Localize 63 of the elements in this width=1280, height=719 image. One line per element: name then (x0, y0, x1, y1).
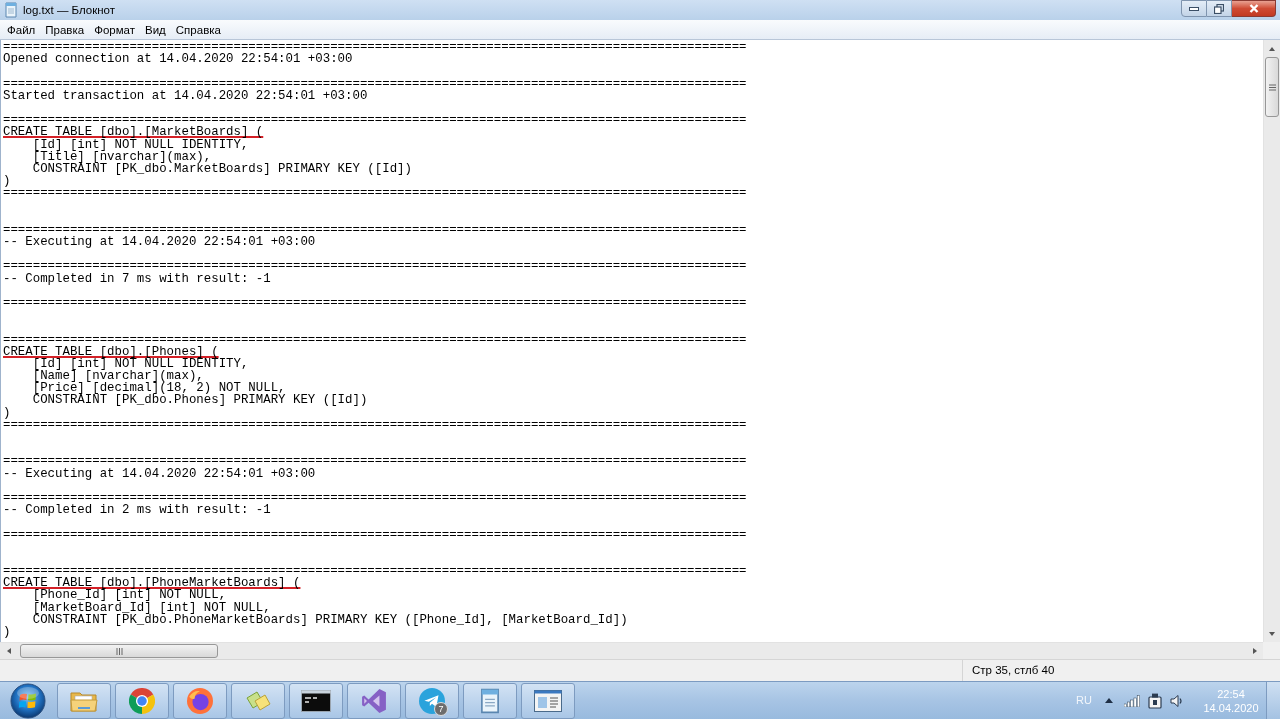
log-line: ==================================================================================================== (3, 222, 747, 237)
log-line: ==================================================================================================== (3, 527, 747, 542)
log-line: [MarketBoard_Id] [int] NOT NULL, (31, 600, 271, 615)
log-line: CREATE TABLE [dbo].[Phones] ( (3, 344, 219, 359)
minimize-icon (1189, 6, 1199, 11)
taskbar-button[interactable]: 7 (405, 682, 459, 719)
log-line: ) (3, 625, 11, 639)
document-window-icon (534, 689, 562, 712)
restore-icon (1214, 3, 1224, 14)
log-line: -- Executing at 14.04.2020 22:54:01 +03:00 (3, 235, 316, 249)
log-line: CONSTRAINT [PK_dbo.Phones] PRIMARY KEY ([Id]) (31, 393, 368, 408)
log-line: ) (3, 174, 11, 189)
volume-icon[interactable] (1170, 693, 1184, 708)
restore-button[interactable] (1207, 0, 1232, 17)
start-orb-icon (10, 682, 46, 719)
grip-icon (115, 647, 123, 655)
terminal-icon (301, 689, 331, 712)
log-line: ==================================================================================================== (3, 295, 747, 310)
log-line: -- Completed in 2 ms with result: -1 (3, 503, 271, 518)
log-line: ==================================================================================================== (3, 259, 747, 274)
scroll-thumb[interactable] (20, 644, 218, 658)
signal-bars-icon[interactable] (1124, 694, 1140, 707)
log-line: ==================================================================================================== (3, 332, 747, 347)
caret-left-icon (5, 647, 12, 655)
notepad-icon (3, 1, 19, 18)
start-button[interactable] (9, 681, 47, 719)
log-line: CREATE TABLE [dbo].[MarketBoards] ( (3, 125, 264, 140)
menu-item[interactable]: Справка (170, 20, 226, 39)
text-area[interactable] (0, 40, 1263, 642)
log-line: Opened connection at 14.04.2020 22:54:01 +03:00 (3, 52, 353, 67)
log-line: ==================================================================================================== (3, 40, 747, 54)
menu-item[interactable]: Правка (40, 20, 90, 39)
window-title: log.txt — Блокнот (23, 2, 116, 17)
log-line: [Id] [int] NOT NULL IDENTITY, (31, 137, 249, 152)
device-icon[interactable] (1148, 692, 1162, 709)
log-line: -- Executing at 14.04.2020 22:54:01 +03:00 (3, 466, 316, 481)
menu-item[interactable]: Вид (140, 20, 171, 39)
caret-down-icon (1268, 630, 1276, 637)
menu-item[interactable]: Файл (2, 20, 41, 39)
log-line: Started transaction at 14.04.2020 22:54:01 +03:00 (3, 88, 368, 103)
vertical-scrollbar[interactable] (1263, 40, 1280, 642)
log-line: ==================================================================================================== (3, 76, 747, 91)
minimize-button[interactable] (1181, 0, 1207, 17)
taskbar-button[interactable] (289, 682, 343, 719)
log-line: ==================================================================================================== (3, 186, 747, 201)
ring-logo-icon (187, 687, 213, 714)
caret-up-icon (1268, 45, 1276, 52)
cursor-position: Стр 35, стлб 40 (972, 662, 1055, 678)
scroll-thumb[interactable] (1265, 57, 1279, 117)
log-line: ==================================================================================================== (3, 490, 747, 505)
circle-logo-icon (129, 687, 155, 714)
log-line: ==================================================================================================== (3, 454, 747, 469)
caret-right-icon (1251, 647, 1258, 655)
grip-icon (1268, 83, 1276, 91)
menu-item[interactable]: Формат (89, 20, 140, 39)
ribbon-logo-icon (361, 687, 387, 714)
close-button[interactable] (1232, 0, 1276, 17)
close-icon (1248, 4, 1259, 13)
horizontal-scrollbar[interactable] (0, 642, 1263, 659)
log-line: ) (3, 405, 11, 420)
log-line: -- Completed in 7 ms with result: -1 (3, 271, 271, 286)
caret-up-icon (1105, 698, 1113, 703)
log-line: [Phone_Id] [int] NOT NULL, (31, 588, 227, 603)
